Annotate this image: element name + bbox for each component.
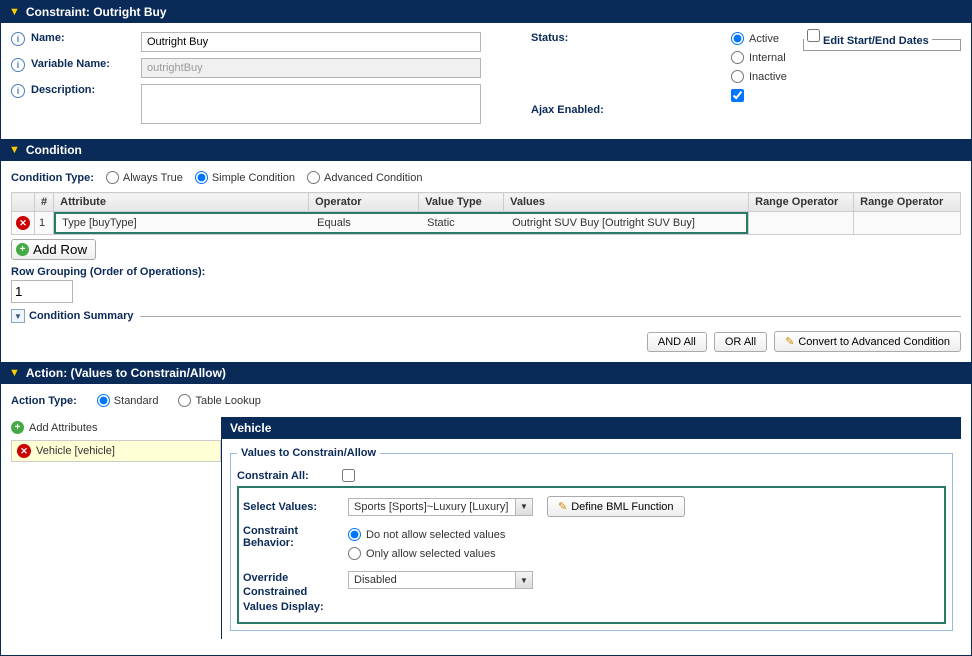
condition-advanced-label: Advanced Condition (324, 172, 422, 184)
edit-dates-checkbox[interactable] (807, 29, 820, 42)
status-internal-radio[interactable] (731, 51, 744, 64)
values-fieldset-legend: Values to Constrain/Allow (237, 447, 380, 459)
action-type-label: Action Type: (11, 395, 77, 407)
attribute-item-label: Vehicle [vehicle] (36, 445, 115, 457)
info-icon[interactable]: i (11, 84, 25, 98)
status-inactive-label: Inactive (749, 71, 787, 83)
action-section-header[interactable]: ▼ Action: (Values to Constrain/Allow) (1, 362, 971, 384)
cell-operator[interactable]: Equals (311, 214, 421, 232)
condition-summary-label: Condition Summary (29, 310, 134, 322)
variable-name-label: Variable Name: (31, 58, 141, 70)
row-grouping-input[interactable] (11, 280, 73, 303)
name-label: Name: (31, 32, 141, 44)
delete-attribute-icon[interactable]: ✕ (17, 444, 31, 458)
plus-icon: + (11, 421, 24, 434)
status-active-radio[interactable] (731, 32, 744, 45)
chevron-down-icon: ▼ (515, 572, 532, 588)
chevron-down-icon: ▼ (9, 6, 20, 18)
pencil-icon: ✎ (558, 500, 567, 513)
col-values: Values (504, 193, 749, 212)
condition-advanced-radio[interactable] (307, 171, 320, 184)
cell-valuetype[interactable]: Static (421, 214, 506, 232)
condition-grid: # Attribute Operator Value Type Values R… (11, 192, 961, 235)
condition-header-title: Condition (26, 143, 82, 157)
col-attribute: Attribute (54, 193, 309, 212)
status-label: Status: (531, 32, 568, 44)
description-textarea[interactable] (141, 84, 481, 124)
constraint-section-header[interactable]: ▼ Constraint: Outright Buy (1, 1, 971, 23)
row-grouping-label: Row Grouping (Order of Operations): (11, 266, 961, 278)
add-attributes-button[interactable]: + Add Attributes (11, 417, 221, 438)
description-label: Description: (31, 84, 141, 96)
condition-section-header[interactable]: ▼ Condition (1, 139, 971, 161)
select-values-dropdown[interactable]: Sports [Sports]~Luxury [Luxury] ▼ (348, 498, 533, 516)
action-tablelookup-label: Table Lookup (195, 395, 260, 407)
behavior-onlyallow-label: Only allow selected values (366, 548, 496, 560)
override-display-label: Override Constrained Values Display: (243, 571, 338, 614)
condition-simple-radio[interactable] (195, 171, 208, 184)
info-icon[interactable]: i (11, 58, 25, 72)
col-valuetype: Value Type (419, 193, 504, 212)
col-operator: Operator (309, 193, 419, 212)
define-bml-button[interactable]: ✎Define BML Function (547, 496, 685, 517)
ajax-enabled-label: Ajax Enabled: (531, 104, 604, 116)
info-icon[interactable]: i (11, 32, 25, 46)
col-rangeop2: Range Operator (854, 193, 961, 212)
select-values-label: Select Values: (243, 501, 338, 513)
and-all-button[interactable]: AND All (647, 332, 707, 352)
condition-always-radio[interactable] (106, 171, 119, 184)
add-attributes-label: Add Attributes (29, 422, 98, 434)
divider (140, 316, 961, 317)
status-inactive-radio[interactable] (731, 70, 744, 83)
condition-type-label: Condition Type: (11, 172, 94, 184)
expand-summary-button[interactable]: ▼ (11, 309, 25, 323)
status-active-label: Active (749, 33, 779, 45)
ajax-enabled-checkbox[interactable] (731, 89, 744, 102)
add-row-button[interactable]: + Add Row (11, 239, 96, 260)
constraint-behavior-label: Constraint Behavior: (243, 525, 338, 549)
condition-row[interactable]: ✕ 1 Type [buyType] Equals Static Outrigh… (12, 212, 961, 235)
action-header-title: Action: (Values to Constrain/Allow) (26, 366, 226, 380)
select-values-value: Sports [Sports]~Luxury [Luxury] (354, 501, 508, 513)
cell-num: 1 (35, 212, 54, 235)
status-internal-label: Internal (749, 52, 786, 64)
action-standard-radio[interactable] (97, 394, 110, 407)
or-all-button[interactable]: OR All (714, 332, 767, 352)
attribute-item-vehicle[interactable]: ✕ Vehicle [vehicle] (11, 440, 221, 462)
plus-icon: + (16, 243, 29, 256)
values-fieldset: Values to Constrain/Allow Constrain All:… (230, 447, 953, 631)
constraint-header-title: Constraint: Outright Buy (26, 5, 167, 19)
condition-always-label: Always True (123, 172, 183, 184)
override-display-dropdown[interactable]: Disabled ▼ (348, 571, 533, 589)
constrain-all-checkbox[interactable] (342, 469, 355, 482)
action-tablelookup-radio[interactable] (178, 394, 191, 407)
delete-row-icon[interactable]: ✕ (16, 216, 30, 230)
action-standard-label: Standard (114, 395, 159, 407)
cell-values[interactable]: Outright SUV Buy [Outright SUV Buy] (506, 214, 746, 232)
chevron-down-icon: ▼ (9, 144, 20, 156)
condition-simple-label: Simple Condition (212, 172, 295, 184)
chevron-down-icon: ▼ (515, 499, 532, 515)
override-display-value: Disabled (354, 574, 397, 586)
variable-name-input (141, 58, 481, 78)
behavior-notallow-label: Do not allow selected values (366, 529, 505, 541)
behavior-onlyallow-radio[interactable] (348, 547, 361, 560)
name-input[interactable] (141, 32, 481, 52)
behavior-notallow-radio[interactable] (348, 528, 361, 541)
add-row-label: Add Row (33, 242, 87, 257)
edit-dates-label: Edit Start/End Dates (823, 35, 929, 47)
edit-dates-fieldset: Edit Start/End Dates (803, 31, 961, 51)
constrain-all-label: Constrain All: (237, 470, 332, 482)
chevron-down-icon: ▼ (9, 367, 20, 379)
pencil-icon: ✎ (785, 335, 794, 348)
convert-to-advanced-button[interactable]: ✎Convert to Advanced Condition (774, 331, 961, 352)
col-num: # (35, 193, 54, 212)
attribute-panel-header: Vehicle (222, 417, 961, 439)
cell-attribute[interactable]: Type [buyType] (56, 214, 311, 232)
col-rangeop1: Range Operator (749, 193, 854, 212)
